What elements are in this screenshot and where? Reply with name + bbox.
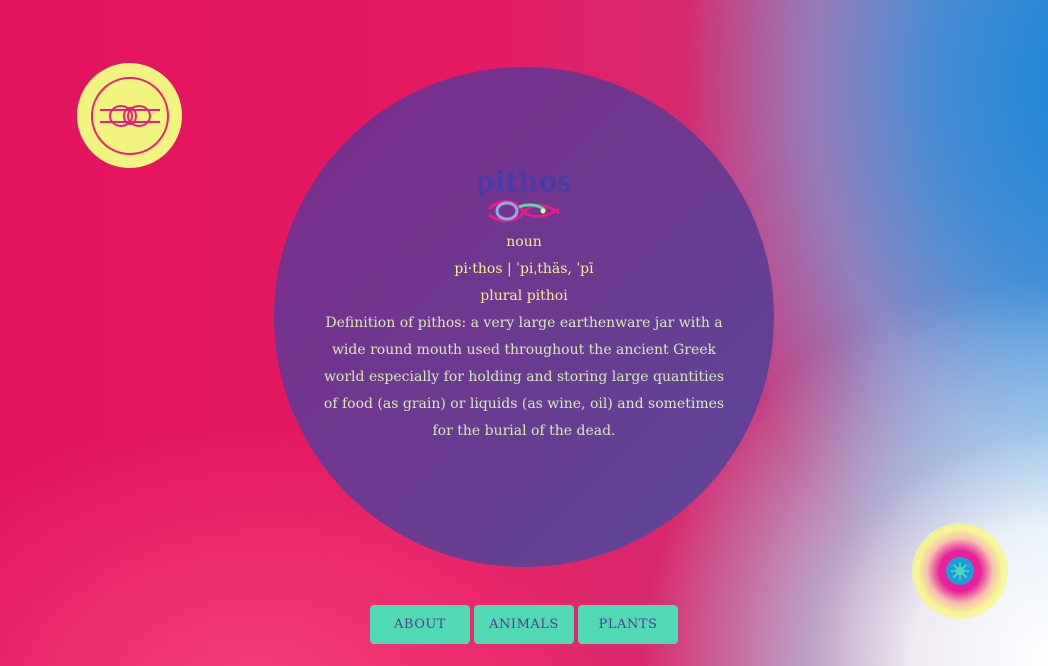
flower-badge[interactable] (912, 523, 1008, 619)
word-title: pithos (479, 165, 569, 198)
knot-icon (90, 76, 169, 155)
word-logo: pithos (479, 165, 569, 223)
logo[interactable] (77, 63, 182, 168)
flower-icon (951, 562, 969, 580)
definition-text: Definition of pithos: a very large earth… (323, 315, 725, 439)
definition-card: pithos noun pi·thos | ˈpiˌthäs, ˈpī plur… (274, 67, 774, 567)
pronunciation: pi·thos | ˈpiˌthäs, ˈpī (454, 261, 594, 277)
part-of-speech: noun (506, 234, 542, 250)
plants-button[interactable]: PLANTS (578, 605, 678, 644)
animals-button[interactable]: ANIMALS (474, 605, 574, 644)
flower-badge-inner (946, 557, 974, 585)
nav-bar: ABOUT ANIMALS PLANTS (370, 605, 678, 644)
plural-form: plural pithoi (480, 288, 568, 304)
about-button[interactable]: ABOUT (370, 605, 470, 644)
